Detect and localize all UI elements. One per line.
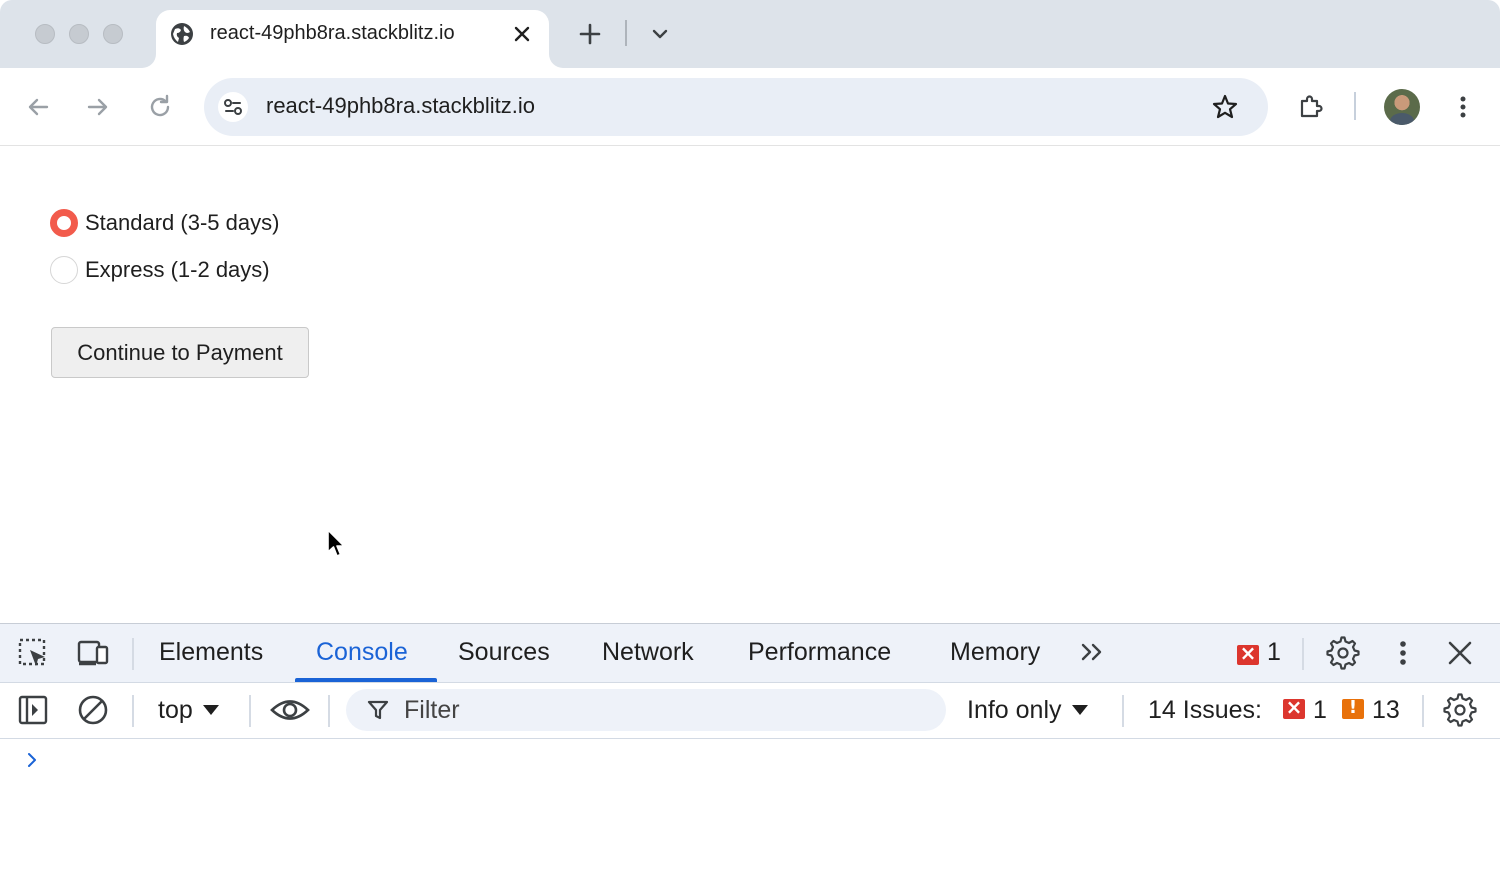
close-window-button[interactable] [35, 24, 55, 44]
device-toolbar-icon[interactable] [76, 636, 110, 670]
devtools-panel: Elements Console Sources Network Perform… [0, 623, 1500, 878]
active-tab-indicator [295, 678, 437, 682]
devtools-tab-bar: Elements Console Sources Network Perform… [0, 624, 1500, 683]
profile-avatar[interactable] [1384, 89, 1420, 125]
tab-network[interactable]: Network [602, 638, 694, 667]
back-arrow-icon[interactable] [23, 92, 53, 122]
devtools-separator [1302, 638, 1304, 670]
tab-console[interactable]: Console [316, 638, 408, 667]
console-prompt-chevron-icon[interactable] [24, 752, 40, 768]
toolbar-separator [1354, 92, 1356, 120]
tab-sources[interactable]: Sources [458, 638, 550, 667]
tab-performance[interactable]: Performance [748, 638, 891, 667]
mouse-cursor-icon [327, 529, 345, 557]
console-separator [1422, 695, 1424, 727]
console-separator [328, 695, 330, 727]
eye-icon[interactable] [270, 693, 310, 727]
filter-input[interactable] [404, 695, 924, 725]
issues-error-icon[interactable] [1283, 695, 1305, 719]
reload-icon[interactable] [145, 92, 175, 122]
radio-label-standard[interactable]: Standard (3-5 days) [85, 210, 279, 236]
browser-window: react-49phb8ra.stackblitz.io react-49phb… [0, 0, 1500, 878]
close-devtools-icon[interactable] [1443, 636, 1477, 670]
dropdown-caret-icon [202, 705, 219, 715]
log-levels-value: Info only [967, 696, 1062, 724]
tab-memory[interactable]: Memory [950, 638, 1040, 667]
new-tab-icon[interactable] [576, 20, 604, 48]
log-levels-dropdown[interactable]: Info only [967, 696, 1088, 725]
radio-express[interactable] [50, 256, 78, 284]
address-bar[interactable]: react-49phb8ra.stackblitz.io [204, 78, 1268, 136]
radio-label-express[interactable]: Express (1-2 days) [85, 257, 270, 283]
chevron-down-icon[interactable] [648, 22, 672, 46]
web-page: Standard (3-5 days) Express (1-2 days) C… [0, 147, 1500, 623]
tab-strip: react-49phb8ra.stackblitz.io [0, 0, 1500, 68]
zoom-window-button[interactable] [103, 24, 123, 44]
minimize-window-button[interactable] [69, 24, 89, 44]
more-vert-icon[interactable] [1448, 92, 1478, 122]
browser-toolbar: react-49phb8ra.stackblitz.io [0, 68, 1500, 146]
settings-gear-icon[interactable] [1326, 636, 1360, 670]
tab-elements[interactable]: Elements [159, 638, 263, 667]
devtools-more-vert-icon[interactable] [1386, 636, 1420, 670]
error-flag-icon[interactable] [1237, 641, 1259, 665]
tune-icon [224, 99, 242, 115]
console-separator [1122, 695, 1124, 727]
shipping-option-standard[interactable]: Standard (3-5 days) [50, 208, 279, 238]
globe-icon [171, 23, 193, 45]
tab-title: react-49phb8ra.stackblitz.io [210, 22, 455, 44]
address-url[interactable]: react-49phb8ra.stackblitz.io [266, 93, 535, 119]
close-tab-icon[interactable] [510, 22, 534, 46]
issues-error-count[interactable]: 1 [1313, 696, 1327, 725]
site-settings-button[interactable] [218, 92, 248, 122]
clear-console-icon[interactable] [76, 693, 110, 727]
devtools-separator [132, 638, 134, 670]
inspect-element-icon[interactable] [16, 636, 50, 670]
continue-to-payment-button[interactable]: Continue to Payment [51, 327, 309, 378]
error-count[interactable]: 1 [1267, 638, 1281, 667]
forward-arrow-icon[interactable] [83, 92, 113, 122]
more-tabs-chevrons-icon[interactable] [1077, 636, 1111, 670]
extensions-puzzle-icon[interactable] [1296, 92, 1326, 122]
console-separator [132, 695, 134, 727]
console-toolbar: top Info only 14 Issues: 1 13 [0, 683, 1500, 739]
issues-warning-count[interactable]: 13 [1372, 696, 1400, 725]
console-separator [249, 695, 251, 727]
filter-funnel-icon [367, 700, 389, 720]
bookmark-star-icon[interactable] [1210, 92, 1240, 122]
shipping-option-express[interactable]: Express (1-2 days) [50, 255, 270, 285]
tab-separator [625, 20, 627, 46]
context-value: top [158, 696, 193, 724]
browser-tab[interactable]: react-49phb8ra.stackblitz.io [156, 10, 549, 68]
console-filter[interactable] [346, 689, 946, 731]
dropdown-caret-icon [1071, 705, 1088, 715]
console-settings-gear-icon[interactable] [1443, 693, 1477, 727]
context-selector[interactable]: top [158, 696, 219, 725]
radio-standard[interactable] [50, 209, 78, 237]
issues-warning-icon[interactable] [1342, 697, 1364, 719]
sidebar-toggle-icon[interactable] [16, 693, 50, 727]
issues-label[interactable]: 14 Issues: [1148, 696, 1262, 725]
